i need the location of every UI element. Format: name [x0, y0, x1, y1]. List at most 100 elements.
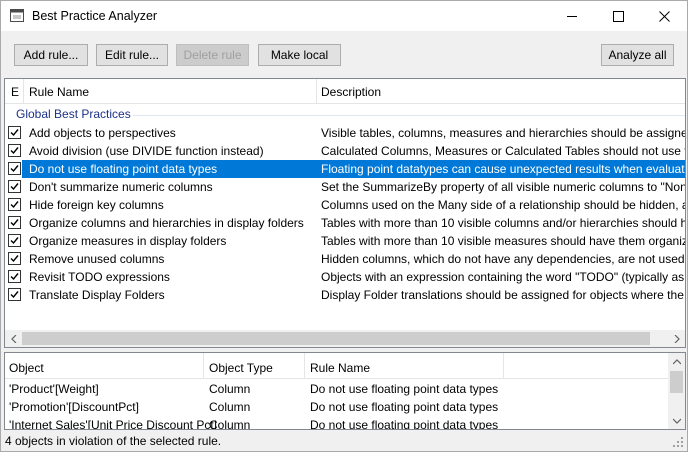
edit-rule-button[interactable]: Edit rule... — [96, 44, 168, 66]
checkmark-icon — [10, 201, 19, 209]
rule-enabled-checkbox[interactable] — [8, 216, 21, 229]
scroll-left-button[interactable] — [5, 330, 22, 347]
rule-row[interactable]: Remove unused columns Hidden columns, whi… — [5, 250, 685, 268]
minimize-icon — [566, 15, 577, 17]
rule-enabled-checkbox[interactable] — [8, 288, 21, 301]
object-rule-name: Do not use floating point data types — [310, 418, 499, 430]
scroll-down-button[interactable] — [668, 412, 685, 429]
group-header[interactable]: Global Best Practices — [16, 107, 131, 121]
rule-description: Tables with more than 10 visible columns… — [321, 216, 685, 230]
object-row[interactable]: 'Product'[Weight] Column Do not use floati… — [5, 380, 669, 398]
column-header-object-type[interactable]: Object Type — [209, 361, 273, 375]
rule-name: Remove unused columns — [29, 252, 165, 266]
maximize-icon — [612, 10, 624, 22]
objects-list[interactable]: Object Object Type Rule Name 'Product'[W… — [4, 352, 686, 430]
scroll-right-button[interactable] — [668, 330, 685, 347]
column-header-rule-name[interactable]: Rule Name — [29, 85, 89, 99]
rule-name: Add objects to perspectives — [29, 126, 176, 140]
rule-description: Display Folder translations should be as… — [321, 288, 685, 302]
checkmark-icon — [10, 237, 19, 245]
rule-row[interactable]: Avoid division (use DIVIDE function inst… — [5, 142, 685, 160]
object-name: 'Product'[Weight] — [9, 382, 99, 396]
minimize-button[interactable] — [549, 1, 595, 31]
chevron-right-icon — [674, 334, 680, 343]
rule-description: Objects with an expression containing th… — [321, 270, 685, 284]
chevron-left-icon — [10, 334, 16, 343]
rule-enabled-checkbox[interactable] — [8, 234, 21, 247]
rule-enabled-checkbox[interactable] — [8, 252, 21, 265]
checkmark-icon — [10, 129, 19, 137]
toolbar: Add rule... Edit rule... Delete rule Mak… — [1, 31, 687, 77]
close-icon — [658, 10, 670, 22]
rule-row[interactable]: Don't summarize numeric columns Set the S… — [5, 178, 685, 196]
rule-row[interactable]: Add objects to perspectives Visible table… — [5, 124, 685, 142]
maximize-button[interactable] — [595, 1, 641, 31]
rule-row[interactable]: Organize columns and hierarchies in disp… — [5, 214, 685, 232]
status-text: 4 objects in violation of the selected r… — [5, 434, 222, 448]
delete-rule-button[interactable]: Delete rule — [176, 44, 249, 66]
checkmark-icon — [10, 255, 19, 263]
rule-description: Columns used on the Many side of a relat… — [321, 198, 685, 212]
column-header-enabled[interactable]: E — [11, 85, 19, 99]
rule-name: Organize measures in display folders — [29, 234, 227, 248]
window-title: Best Practice Analyzer — [32, 9, 158, 23]
rule-description: Calculated Columns, Measures or Calculat… — [321, 144, 685, 158]
object-type: Column — [209, 418, 251, 430]
rule-name: Avoid division (use DIVIDE function inst… — [29, 144, 264, 158]
column-header-description[interactable]: Description — [321, 85, 381, 99]
bpa-window: Best Practice Analyzer Add rule... Edit … — [0, 0, 688, 452]
rule-name: Translate Display Folders — [29, 288, 165, 302]
object-name: 'Internet Sales'[Unit Price Discount Pct… — [9, 418, 218, 430]
checkmark-icon — [10, 147, 19, 155]
close-button[interactable] — [641, 1, 687, 31]
rules-header: E Rule Name Description — [5, 79, 685, 104]
rules-list[interactable]: E Rule Name Description Global Best Prac… — [4, 78, 686, 348]
group-divider — [133, 115, 685, 116]
rule-row[interactable]: Translate Display Folders Display Folder … — [5, 286, 685, 304]
column-header-object[interactable]: Object — [9, 361, 44, 375]
title-bar[interactable]: Best Practice Analyzer — [1, 1, 687, 31]
column-header-rule-name[interactable]: Rule Name — [310, 361, 370, 375]
rule-name: Organize columns and hierarchies in disp… — [29, 216, 304, 230]
horizontal-scroll-thumb[interactable] — [22, 332, 650, 345]
object-row[interactable]: 'Promotion'[DiscountPct] Column Do not use… — [5, 398, 669, 416]
rule-row[interactable]: Hide foreign key columns Columns used on … — [5, 196, 685, 214]
rule-name: Do not use floating point data types — [29, 162, 218, 176]
object-rule-name: Do not use floating point data types — [310, 382, 499, 396]
rule-row[interactable]: Do not use floating point data types Floa… — [5, 160, 685, 178]
object-row[interactable]: 'Internet Sales'[Unit Price Discount Pct… — [5, 416, 669, 430]
rule-description: Hidden columns, which do not have any de… — [321, 252, 685, 266]
rule-description: Tables with more than 10 visible measure… — [321, 234, 685, 248]
checkmark-icon — [10, 183, 19, 191]
chevron-up-icon — [672, 358, 681, 364]
add-rule-button[interactable]: Add rule... — [14, 44, 88, 66]
rule-enabled-checkbox[interactable] — [8, 270, 21, 283]
rule-enabled-checkbox[interactable] — [8, 198, 21, 211]
rule-enabled-checkbox[interactable] — [8, 126, 21, 139]
objects-header: Object Object Type Rule Name — [5, 353, 685, 379]
rule-description: Visible tables, columns, measures and hi… — [321, 126, 685, 140]
rule-name: Hide foreign key columns — [29, 198, 164, 212]
rule-enabled-checkbox[interactable] — [8, 180, 21, 193]
horizontal-scrollbar[interactable] — [5, 330, 685, 347]
rule-name: Revisit TODO expressions — [29, 270, 170, 284]
scroll-up-button[interactable] — [668, 353, 685, 370]
analyze-all-button[interactable]: Analyze all — [601, 44, 674, 66]
object-type: Column — [209, 382, 251, 396]
app-icon — [10, 9, 24, 22]
vertical-scroll-thumb[interactable] — [670, 371, 683, 393]
status-bar: 4 objects in violation of the selected r… — [1, 431, 687, 451]
make-local-button[interactable]: Make local — [258, 44, 341, 66]
resize-grip-icon[interactable] — [672, 436, 684, 448]
checkmark-icon — [10, 165, 19, 173]
rule-row[interactable]: Revisit TODO expressions Objects with an … — [5, 268, 685, 286]
rule-row[interactable]: Organize measures in display folders Tabl… — [5, 232, 685, 250]
rule-enabled-checkbox[interactable] — [8, 144, 21, 157]
rule-description: Set the SummarizeBy property of all visi… — [321, 180, 685, 194]
object-rule-name: Do not use floating point data types — [310, 400, 499, 414]
chevron-down-icon — [672, 418, 681, 424]
vertical-scrollbar[interactable] — [668, 353, 685, 429]
checkmark-icon — [10, 219, 19, 227]
checkmark-icon — [10, 291, 19, 299]
rule-enabled-checkbox[interactable] — [8, 162, 21, 175]
